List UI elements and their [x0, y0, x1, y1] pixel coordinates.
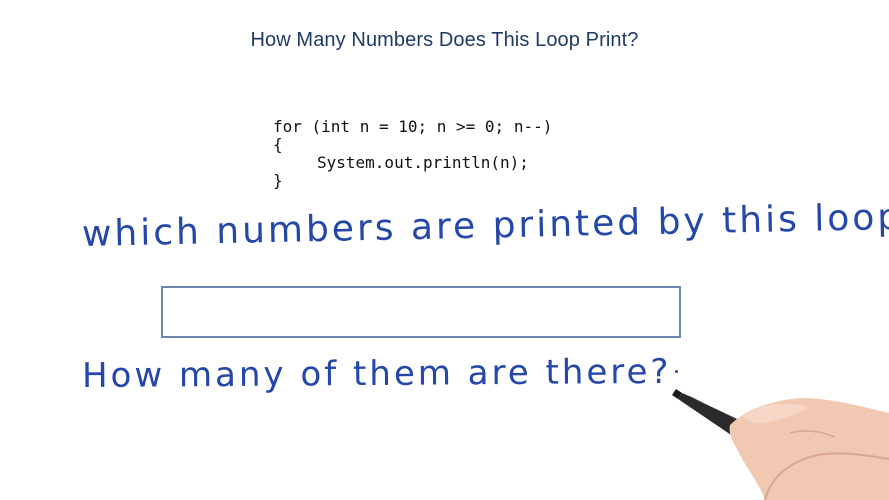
code-line-1: for (int n = 10; n >= 0; n--): [273, 117, 553, 136]
answer-input[interactable]: [161, 286, 681, 338]
code-line-4: }: [273, 171, 283, 190]
question-how-many: How many of them are there?: [81, 351, 672, 396]
question-which-numbers: which numbers are printed by this loop?: [81, 196, 889, 255]
code-line-2: {: [273, 135, 283, 154]
code-line-3: System.out.println(n);: [317, 153, 529, 172]
marker-dot: [675, 370, 678, 373]
page-title: How Many Numbers Does This Loop Print?: [250, 29, 639, 51]
lesson-slide: How Many Numbers Does This Loop Print? f…: [0, 0, 889, 500]
hand-holding-marker-icon: [672, 389, 889, 500]
code-snippet: for (int n = 10; n >= 0; n--){ System.out…: [273, 118, 552, 190]
